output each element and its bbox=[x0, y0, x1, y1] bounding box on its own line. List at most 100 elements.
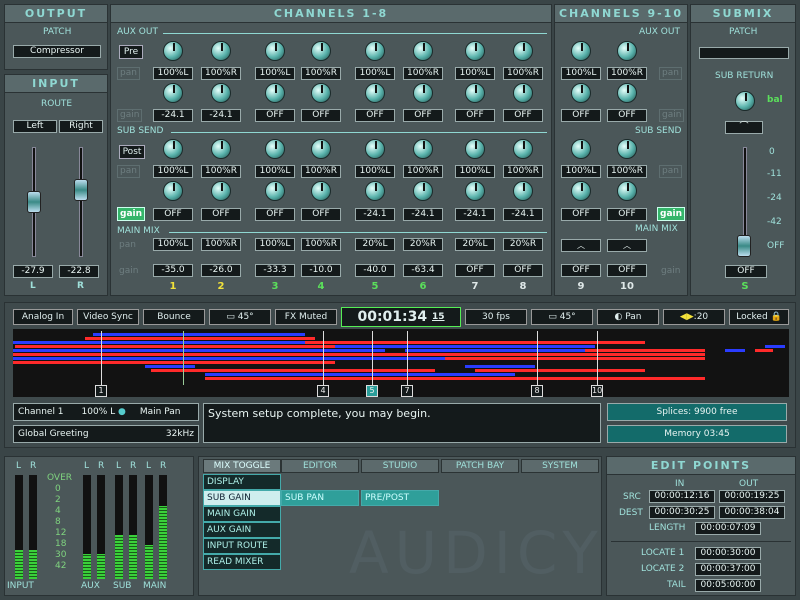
post-button[interactable]: Post bbox=[119, 145, 145, 159]
video-sync-button[interactable]: Video Sync bbox=[77, 309, 139, 325]
tab-mix-toggle[interactable]: MIX TOGGLE bbox=[203, 459, 281, 473]
dest-out-field[interactable]: 00:00:38:04 bbox=[719, 506, 785, 519]
scrub-control[interactable]: ◀▶:20 bbox=[663, 309, 725, 325]
marker-5[interactable]: 10 bbox=[591, 385, 603, 397]
sub-return-curve[interactable]: ⌒ bbox=[725, 121, 763, 134]
tab-system[interactable]: SYSTEM bbox=[521, 459, 599, 473]
aux-gain-knob-2[interactable] bbox=[211, 83, 231, 103]
angle-2-control[interactable]: ▭ 45° bbox=[531, 309, 593, 325]
ch9-aux-gain-knob[interactable] bbox=[571, 83, 591, 103]
main-gain-value-3[interactable]: -33.3 bbox=[255, 264, 295, 277]
track-segment[interactable] bbox=[151, 369, 435, 372]
ch9-sub-pan-knob[interactable] bbox=[571, 139, 591, 159]
menu-aux-gain[interactable]: AUX GAIN bbox=[203, 522, 281, 538]
bounce-button[interactable]: Bounce bbox=[143, 309, 205, 325]
sub-gain-knob-1[interactable] bbox=[163, 181, 183, 201]
menu-main-gain[interactable]: MAIN GAIN bbox=[203, 506, 281, 522]
ch9-aux-pan-knob[interactable] bbox=[571, 41, 591, 61]
sub-gain-knob-5[interactable] bbox=[365, 181, 385, 201]
sub-gain-knob-4[interactable] bbox=[311, 181, 331, 201]
sub-pan-knob-8[interactable] bbox=[513, 139, 533, 159]
sub-gain-knob-2[interactable] bbox=[211, 181, 231, 201]
track-segment[interactable] bbox=[13, 353, 705, 356]
track-segment[interactable] bbox=[305, 341, 645, 344]
sub-pan-knob-3[interactable] bbox=[265, 139, 285, 159]
aux-gain-knob-8[interactable] bbox=[513, 83, 533, 103]
sub-pan-knob-7[interactable] bbox=[465, 139, 485, 159]
submenu-pre-post[interactable]: PRE/POST bbox=[361, 490, 439, 506]
ch910-sub-gain-toggle[interactable]: gain bbox=[657, 207, 686, 221]
track-segment[interactable] bbox=[145, 365, 195, 368]
fps-button[interactable]: 30 fps bbox=[465, 309, 527, 325]
aux-gain-knob-5[interactable] bbox=[365, 83, 385, 103]
track-segment[interactable] bbox=[755, 349, 773, 352]
marker-3[interactable]: 7 bbox=[401, 385, 413, 397]
sub-gain-knob-8[interactable] bbox=[513, 181, 533, 201]
main-pan-value-5[interactable]: 20%L bbox=[355, 238, 395, 251]
track-segment[interactable] bbox=[725, 349, 745, 352]
ch9-main-gain-value[interactable]: OFF bbox=[561, 264, 601, 277]
main-gain-value-2[interactable]: -26.0 bbox=[201, 264, 241, 277]
sub-return-knob[interactable] bbox=[735, 91, 755, 111]
main-pan-value-2[interactable]: 100%R bbox=[201, 238, 241, 251]
src-in-field[interactable]: 00:00:12:16 bbox=[649, 490, 715, 503]
input-right-button[interactable]: Right bbox=[59, 120, 103, 133]
main-pan-value-1[interactable]: 100%L bbox=[153, 238, 193, 251]
fx-muted-button[interactable]: FX Muted bbox=[275, 309, 337, 325]
main-pan-value-4[interactable]: 100%R bbox=[301, 238, 341, 251]
main-gain-value-1[interactable]: -35.0 bbox=[153, 264, 193, 277]
track-segment[interactable] bbox=[13, 357, 445, 360]
sub-pan-knob-5[interactable] bbox=[365, 139, 385, 159]
pan-button[interactable]: ◐ Pan bbox=[597, 309, 659, 325]
submenu-sub-pan[interactable]: SUB PAN bbox=[281, 490, 359, 506]
track-segment[interactable] bbox=[205, 373, 515, 376]
ch9-main-pan-curve[interactable]: ︿ bbox=[561, 239, 601, 252]
aux-gain-knob-6[interactable] bbox=[413, 83, 433, 103]
aux-gain-knob-7[interactable] bbox=[465, 83, 485, 103]
locate-1-field[interactable]: 00:00:30:00 bbox=[695, 547, 761, 560]
track-segment[interactable] bbox=[85, 337, 315, 340]
main-pan-value-8[interactable]: 20%R bbox=[503, 238, 543, 251]
track-segment[interactable] bbox=[475, 369, 645, 372]
aux-gain-knob-1[interactable] bbox=[163, 83, 183, 103]
sub-gain-knob-7[interactable] bbox=[465, 181, 485, 201]
sub-pan-knob-4[interactable] bbox=[311, 139, 331, 159]
aux-pan-knob-7[interactable] bbox=[465, 41, 485, 61]
sub-pan-knob-1[interactable] bbox=[163, 139, 183, 159]
sub-pan-knob-2[interactable] bbox=[211, 139, 231, 159]
tail-field[interactable]: 00:05:00:00 bbox=[695, 579, 761, 592]
main-pan-value-7[interactable]: 20%L bbox=[455, 238, 495, 251]
pre-button[interactable]: Pre bbox=[119, 45, 143, 59]
track-segment[interactable] bbox=[445, 357, 705, 360]
length-field[interactable]: 00:00:07:09 bbox=[695, 522, 761, 535]
dest-in-field[interactable]: 00:00:30:25 bbox=[649, 506, 715, 519]
analog-in-button[interactable]: Analog In bbox=[13, 309, 73, 325]
output-patch-value[interactable]: Compressor bbox=[13, 45, 101, 58]
locked-button[interactable]: Locked 🔒 bbox=[729, 309, 789, 325]
ch10-aux-gain-knob[interactable] bbox=[617, 83, 637, 103]
angle-1-control[interactable]: ▭ 45° bbox=[209, 309, 271, 325]
track-segment[interactable] bbox=[335, 345, 595, 348]
marker-0[interactable]: 1 bbox=[95, 385, 107, 397]
input-left-button[interactable]: Left bbox=[13, 120, 57, 133]
aux-pan-knob-8[interactable] bbox=[513, 41, 533, 61]
track-segment[interactable] bbox=[205, 377, 705, 380]
menu-input-route[interactable]: INPUT ROUTE bbox=[203, 538, 281, 554]
tab-studio[interactable]: STUDIO bbox=[361, 459, 439, 473]
marker-2[interactable]: 5 bbox=[366, 385, 378, 397]
main-gain-value-4[interactable]: -10.0 bbox=[301, 264, 341, 277]
main-gain-value-7[interactable]: OFF bbox=[455, 264, 495, 277]
input-left-fader[interactable] bbox=[27, 191, 41, 213]
tab-patch-bay[interactable]: PATCH BAY bbox=[441, 459, 519, 473]
main-pan-value-3[interactable]: 100%L bbox=[255, 238, 295, 251]
menu-display[interactable]: DISPLAY bbox=[203, 474, 281, 490]
submix-fader[interactable] bbox=[737, 235, 751, 257]
aux-gain-knob-4[interactable] bbox=[311, 83, 331, 103]
sub-gain-knob-6[interactable] bbox=[413, 181, 433, 201]
track-segment[interactable] bbox=[765, 345, 785, 348]
main-gain-value-8[interactable]: OFF bbox=[503, 264, 543, 277]
locate-2-field[interactable]: 00:00:37:00 bbox=[695, 563, 761, 576]
aux-pan-knob-3[interactable] bbox=[265, 41, 285, 61]
ch10-main-gain-value[interactable]: OFF bbox=[607, 264, 647, 277]
menu-read-mixer[interactable]: READ MIXER bbox=[203, 554, 281, 570]
